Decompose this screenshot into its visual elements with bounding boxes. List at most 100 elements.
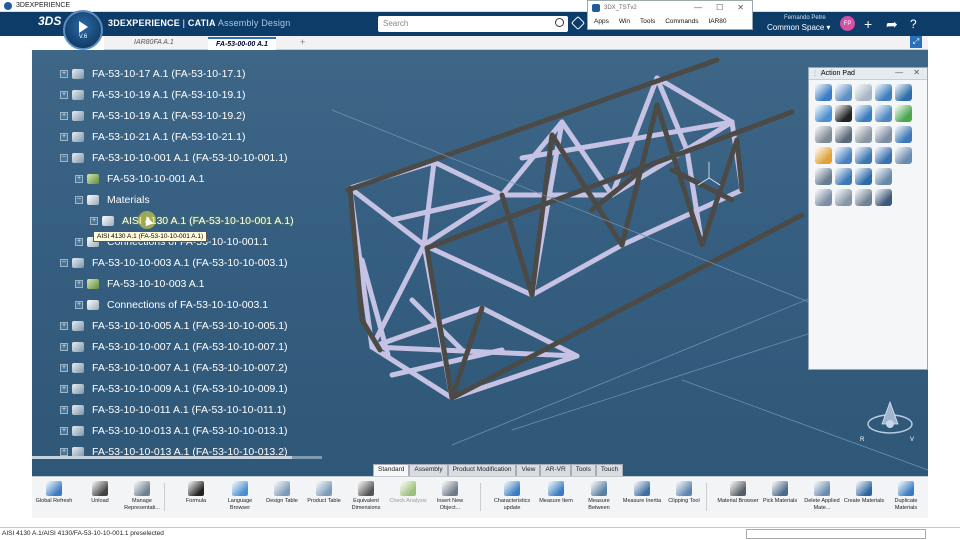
action-pad-tool-icon[interactable] [895, 105, 912, 122]
tree-node[interactable]: + FA-53-10-10-009 A.1 (FA-53-10-10-009.1) [60, 380, 288, 398]
menu-apps[interactable]: Apps [594, 18, 609, 25]
avatar[interactable]: FP [840, 16, 855, 31]
action-pad-tool-icon[interactable] [835, 189, 852, 206]
tree-node[interactable]: + FA-53-10-10-001 A.1 [75, 170, 204, 188]
new-tab-icon[interactable]: + [300, 37, 305, 47]
action-pad-controls[interactable]: — ✕ [895, 68, 924, 77]
toolbar-button[interactable]: Measure Between [577, 480, 621, 518]
command-input[interactable] [746, 529, 926, 539]
tree-scrollbar-thumb[interactable] [32, 456, 292, 459]
compass-icon[interactable]: V.6 [63, 10, 103, 50]
toolbar-tab[interactable]: Touch [595, 464, 624, 476]
toolbar-button[interactable]: Unload [78, 480, 122, 518]
toolbar-button[interactable]: Material Browser [716, 480, 760, 518]
action-pad-tool-icon[interactable] [875, 84, 892, 101]
tree-node[interactable]: + FA-53-10-19 A.1 (FA-53-10-19.1) [60, 86, 246, 104]
menu-commands[interactable]: Commands [665, 18, 698, 25]
toolbar-button[interactable]: Global Refresh [32, 480, 76, 518]
menu-win[interactable]: Win [619, 18, 630, 25]
plus-icon[interactable]: + [864, 16, 872, 32]
action-pad-tool-icon[interactable] [875, 189, 892, 206]
tree-node[interactable]: + FA-53-10-17 A.1 (FA-53-10-17.1) [60, 65, 246, 83]
tab-iar80fa[interactable]: IAR80FA A.1 [126, 37, 182, 50]
action-pad-tool-icon[interactable] [815, 147, 832, 164]
toolbar-tab[interactable]: Tools [570, 464, 596, 476]
expand-icon[interactable]: + [60, 427, 68, 435]
action-pad-tool-icon[interactable] [855, 105, 872, 122]
toolbar-tab[interactable]: Assembly [409, 464, 448, 476]
tree-node[interactable]: + FA-53-10-10-007 A.1 (FA-53-10-10-007.2) [60, 359, 288, 377]
help-icon[interactable]: ? [910, 16, 917, 32]
toolbar-tab[interactable]: View [516, 464, 541, 476]
toolbar-button[interactable]: Delete Applied Mate... [800, 480, 844, 518]
grip-icon[interactable]: ⋮⋮ [812, 70, 824, 77]
menu-iar80[interactable]: IAR80 [708, 18, 726, 25]
action-pad-tool-icon[interactable] [835, 147, 852, 164]
toolbar-button[interactable]: Measure Item [534, 480, 578, 518]
toolbar-button[interactable]: Formula [174, 480, 218, 518]
tree-node[interactable]: − FA-53-10-10-003 A.1 (FA-53-10-10-003.1) [60, 254, 288, 272]
action-pad-tool-icon[interactable] [875, 147, 892, 164]
tree-node[interactable]: − FA-53-10-10-001 A.1 (FA-53-10-10-001.1) [60, 149, 288, 167]
toolbar-button[interactable]: Manage Representati... [120, 480, 164, 518]
expand-icon[interactable]: + [60, 364, 68, 372]
action-pad-tool-icon[interactable] [895, 126, 912, 143]
toolbar-button[interactable]: Create Materials [842, 480, 886, 518]
action-pad-tool-icon[interactable] [815, 126, 832, 143]
toolbar-button[interactable]: Design Table [260, 480, 304, 518]
maximize-button[interactable]: ☐ [716, 3, 723, 12]
tree-node[interactable]: + FA-53-10-10-011 A.1 (FA-53-10-10-011.1) [60, 401, 286, 419]
action-pad-tool-icon[interactable] [815, 189, 832, 206]
toolbar-button[interactable]: Language Browser [218, 480, 262, 518]
action-pad-tool-icon[interactable] [895, 147, 912, 164]
toolbar-button[interactable]: Insert New Object... [428, 480, 472, 518]
collapse-icon[interactable]: − [75, 196, 83, 204]
minimize-button[interactable]: — [694, 3, 702, 12]
expand-icon[interactable]: + [75, 301, 83, 309]
expand-icon[interactable]: + [60, 322, 68, 330]
expand-icon[interactable]: + [60, 133, 68, 141]
expand-icon[interactable]: + [60, 448, 68, 456]
expand-icon[interactable]: ⤢ [910, 36, 922, 48]
expand-icon[interactable]: + [75, 175, 83, 183]
toolbar-tab[interactable]: AR-VR [540, 464, 571, 476]
action-pad-tool-icon[interactable] [835, 126, 852, 143]
expand-icon[interactable]: + [60, 343, 68, 351]
action-pad-tool-icon[interactable] [855, 189, 872, 206]
action-pad-tool-icon[interactable] [895, 84, 912, 101]
space-selector[interactable]: Common Space [767, 23, 830, 32]
toolbar-tab[interactable]: Standard [373, 464, 410, 476]
tree-node[interactable]: − Materials [75, 191, 150, 209]
action-pad-tool-icon[interactable] [855, 84, 872, 101]
toolbar-button[interactable]: Check Analysis [386, 480, 430, 518]
action-pad-tool-icon[interactable] [875, 168, 892, 185]
toolbar-button[interactable]: Characteristics update [490, 480, 534, 518]
tab-fa-53-00-00[interactable]: FA-53-00-00 A.1 [208, 37, 276, 50]
action-pad-tool-icon[interactable] [815, 168, 832, 185]
expand-icon[interactable]: + [75, 280, 83, 288]
navigation-compass-icon[interactable]: R V [858, 398, 918, 443]
expand-icon[interactable]: + [60, 112, 68, 120]
expand-icon[interactable]: + [60, 406, 68, 414]
tag-icon[interactable] [570, 15, 586, 31]
action-pad-tool-icon[interactable] [835, 168, 852, 185]
collapse-icon[interactable]: − [60, 154, 68, 162]
collapse-icon[interactable]: − [60, 259, 68, 267]
expand-icon[interactable]: + [75, 238, 83, 246]
action-pad-tool-icon[interactable] [815, 84, 832, 101]
toolbar-button[interactable]: Duplicate Materials [884, 480, 928, 518]
expand-icon[interactable]: + [60, 385, 68, 393]
action-pad-tool-icon[interactable] [835, 84, 852, 101]
action-pad-tool-icon[interactable] [815, 105, 832, 122]
action-pad-tool-icon[interactable] [855, 126, 872, 143]
share-icon[interactable]: ➦ [886, 16, 898, 32]
tree-node[interactable]: + FA-53-10-19 A.1 (FA-53-10-19.2) [60, 107, 246, 125]
tree-node[interactable]: + FA-53-10-10-005 A.1 (FA-53-10-10-005.1) [60, 317, 288, 335]
tree-node[interactable]: + FA-53-10-10-003 A.1 [75, 275, 204, 293]
toolbar-button[interactable]: Product Table [302, 480, 346, 518]
tree-node[interactable]: + FA-53-10-10-007 A.1 (FA-53-10-10-007.1) [60, 338, 288, 356]
action-pad-header[interactable]: ⋮⋮ Action Pad — ✕ [809, 68, 927, 80]
action-pad-tool-icon[interactable] [875, 126, 892, 143]
menu-tools[interactable]: Tools [640, 18, 655, 25]
toolbar-button[interactable]: Equivalent Dimensions [344, 480, 388, 518]
